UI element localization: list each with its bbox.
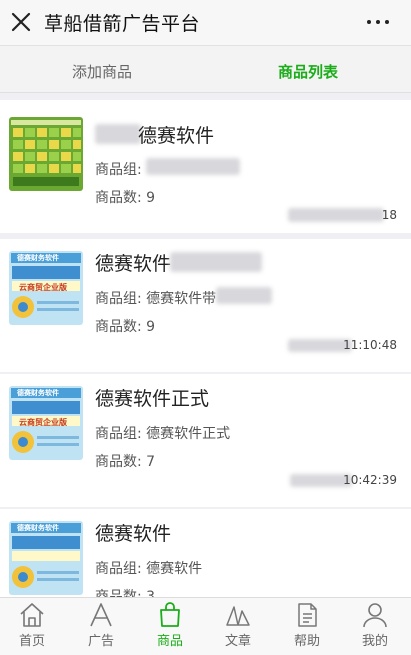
app-header: 草船借箭广告平台	[0, 0, 411, 46]
page-title: 草船借箭广告平台	[44, 13, 201, 35]
thumb-text: 云商贸企业版	[19, 418, 67, 427]
list-item[interactable]: 德赛软件 商品组: 商品数: 9 18	[0, 100, 411, 233]
nav-ads[interactable]: 广告	[76, 601, 126, 649]
nav-articles[interactable]: 文章	[213, 601, 263, 649]
bag-icon	[160, 602, 180, 627]
redacted-text	[216, 287, 272, 304]
product-name: 德赛软件	[138, 125, 215, 147]
product-group: 商品组: 德赛软件	[95, 561, 203, 577]
ad-icon	[90, 603, 112, 627]
product-list: 德赛软件 商品组: 商品数: 9 18 德赛财务软件 云商贸企业版 德赛软件 商…	[0, 94, 411, 597]
help-icon	[298, 603, 317, 627]
list-item[interactable]: 德赛财务软件 德赛软件 商品组: 德赛软件 商品数: 3	[0, 509, 411, 597]
product-group: 商品组: 德赛软件正式	[95, 426, 231, 442]
tab-product-list[interactable]: 商品列表	[278, 61, 338, 82]
profile-icon	[363, 603, 387, 628]
home-icon	[20, 603, 44, 627]
product-thumbnail: 德赛财务软件 云商贸企业版	[9, 386, 83, 460]
close-icon[interactable]	[10, 11, 32, 33]
tab-add-product[interactable]: 添加商品	[72, 61, 132, 82]
redacted-text	[146, 158, 240, 175]
product-thumbnail	[9, 117, 83, 191]
product-count: 商品数: 9	[95, 190, 156, 206]
product-group: 商品组: 德赛软件带	[95, 291, 217, 307]
product-count: 商品数: 3	[95, 589, 156, 597]
product-time: 10:42:39	[343, 473, 397, 487]
list-item[interactable]: 德赛财务软件 云商贸企业版 德赛软件正式 商品组: 德赛软件正式 商品数: 7 …	[0, 374, 411, 507]
list-item[interactable]: 德赛财务软件 云商贸企业版 德赛软件 商品组: 德赛软件带 商品数: 9 11:…	[0, 239, 411, 372]
nav-home[interactable]: 首页	[7, 601, 57, 649]
redacted-text	[288, 208, 384, 222]
tab-bar: 添加商品 商品列表	[0, 46, 411, 93]
thumb-text: 德赛财务软件	[17, 389, 59, 397]
thumb-text: 德赛财务软件	[17, 254, 59, 262]
product-group: 商品组:	[95, 162, 142, 178]
nav-profile[interactable]: 我的	[350, 601, 400, 649]
bottom-nav: 首页 广告 商品 文章 帮助 我的	[0, 597, 411, 655]
product-name: 德赛软件	[95, 253, 172, 275]
product-name: 德赛软件正式	[95, 388, 210, 410]
product-count: 商品数: 9	[95, 319, 156, 335]
redacted-text	[170, 252, 262, 272]
product-time: 11:10:48	[343, 338, 397, 352]
product-name: 德赛软件	[95, 523, 172, 545]
thumb-text: 德赛财务软件	[17, 524, 59, 532]
article-icon	[226, 606, 250, 626]
nav-help[interactable]: 帮助	[282, 601, 332, 649]
product-thumbnail: 德赛财务软件	[9, 521, 83, 595]
product-thumbnail: 德赛财务软件 云商贸企业版	[9, 251, 83, 325]
nav-products[interactable]: 商品	[145, 601, 195, 649]
more-icon[interactable]	[367, 20, 389, 24]
product-time: 18	[381, 208, 397, 222]
thumb-text: 云商贸企业版	[19, 283, 67, 292]
product-count: 商品数: 7	[95, 454, 156, 470]
redacted-text	[95, 124, 141, 144]
